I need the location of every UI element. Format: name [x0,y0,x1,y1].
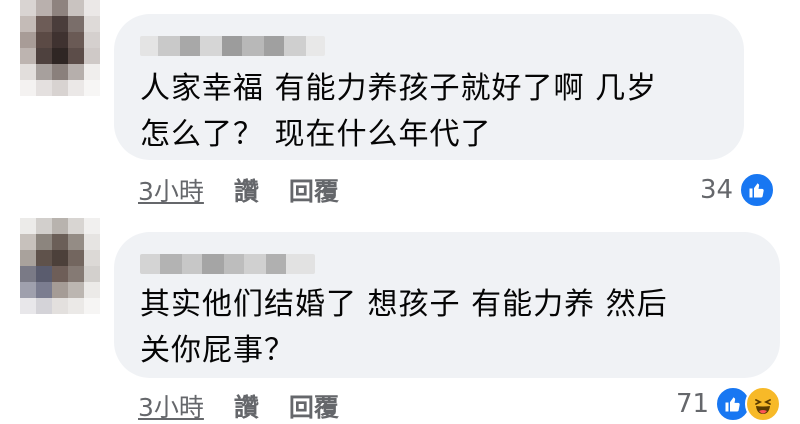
comment-text: 其实他们结婚了 想孩子 有能力养 然后 关你屁事？ [140,287,668,368]
avatar[interactable] [20,0,100,96]
avatar[interactable] [20,218,100,314]
reaction-summary[interactable]: 34 [700,172,776,208]
author-name-blurred[interactable] [140,36,325,56]
author-name-blurred[interactable] [140,254,315,274]
like-icon [739,172,776,208]
haha-icon [745,386,782,422]
reaction-count: 34 [700,175,734,205]
reaction-icons [739,172,776,208]
like-button[interactable]: 讚 [234,172,259,208]
reply-button[interactable]: 回覆 [289,388,339,424]
reaction-count: 71 [676,389,710,419]
comment-timestamp[interactable]: 3小時 [138,388,204,424]
comment-timestamp[interactable]: 3小時 [138,172,204,208]
like-button[interactable]: 讚 [234,388,259,424]
comment-actions: 3小時 讚 回覆 [138,172,339,208]
comment-text: 人家幸福 有能力养孩子就好了啊 几岁 怎么了？ 现在什么年代了 [140,71,658,152]
reaction-summary[interactable]: 71 [676,386,782,422]
reaction-icons [715,386,782,422]
reply-button[interactable]: 回覆 [289,172,339,208]
comment-actions: 3小時 讚 回覆 [138,388,339,424]
